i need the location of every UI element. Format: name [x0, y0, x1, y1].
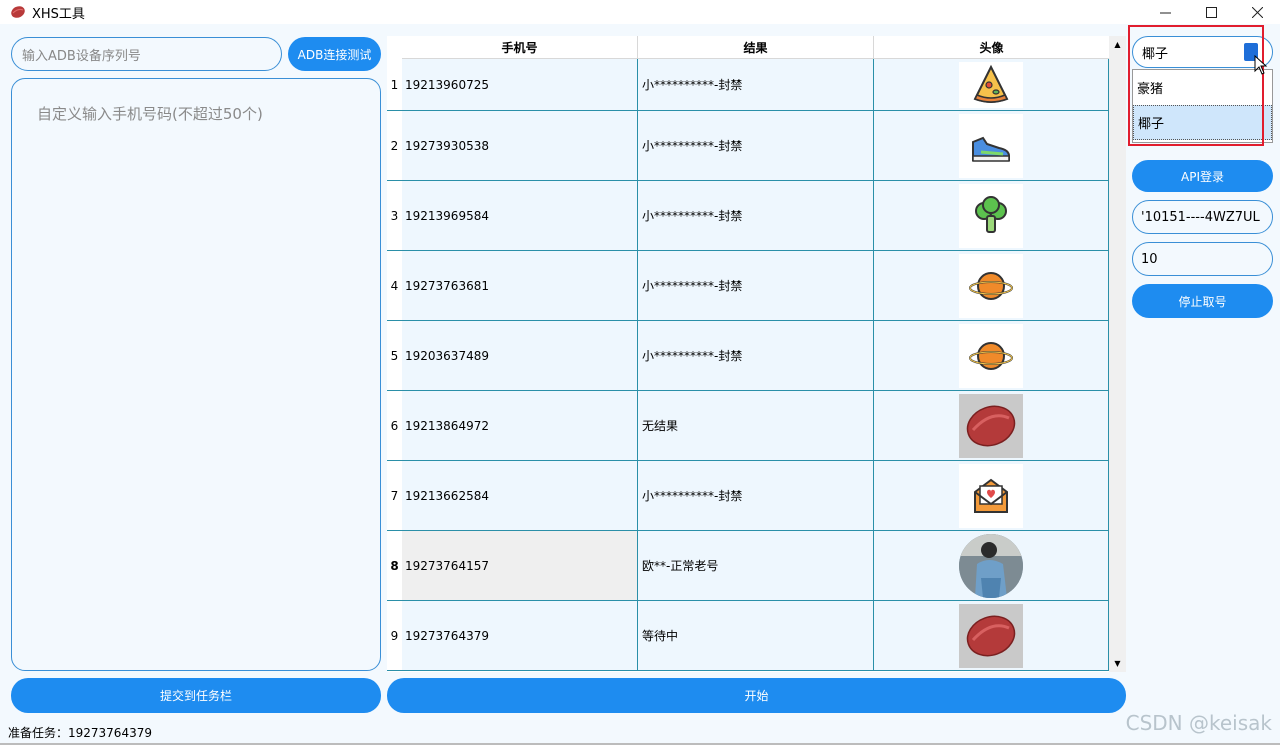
minimize-button[interactable]: [1142, 0, 1188, 24]
phone-cell[interactable]: 19213662584: [402, 461, 638, 530]
submit-to-task-button[interactable]: 提交到任务栏: [11, 678, 381, 713]
planet-icon: [969, 271, 1013, 300]
sneaker-icon: [972, 136, 1010, 162]
love-letter-icon: [974, 478, 1008, 513]
avatar: [959, 603, 1023, 668]
user-photo: [959, 533, 1023, 598]
api-login-button[interactable]: API登录: [1132, 160, 1273, 192]
table-header: 手机号 结果 头像: [387, 36, 1109, 59]
window-title: XHS工具: [32, 6, 85, 22]
row-number: 5: [387, 321, 402, 390]
result-cell[interactable]: 小**********-封禁: [638, 111, 874, 180]
phone-cell[interactable]: 19273930538: [402, 111, 638, 180]
title-bar: XHS工具: [0, 0, 1280, 24]
header-phone[interactable]: 手机号: [402, 36, 638, 59]
table-row[interactable]: 1 19213960725 小**********-封禁: [387, 59, 1109, 111]
result-cell[interactable]: 无结果: [638, 391, 874, 460]
avatar-cell[interactable]: [874, 461, 1109, 530]
table-body: 1 19213960725 小**********-封禁 2 192739305…: [387, 59, 1109, 671]
table-row[interactable]: 3 19213969584 小**********-封禁: [387, 181, 1109, 251]
table-row[interactable]: 8 19273764157 欧**-正常老号: [387, 531, 1109, 601]
stop-fetch-button[interactable]: 停止取号: [1132, 284, 1273, 318]
avatar-cell[interactable]: [874, 321, 1109, 390]
maximize-icon: [1205, 6, 1217, 18]
app-logo-icon: [11, 6, 25, 18]
result-cell[interactable]: 小**********-封禁: [638, 461, 874, 530]
header-avatar[interactable]: 头像: [874, 36, 1109, 59]
row-number: 6: [387, 391, 402, 460]
results-table: 手机号 结果 头像 1 19213960725 小**********-封禁 2…: [387, 36, 1126, 672]
status-text: 准备任务：19273764379: [8, 726, 152, 740]
row-number: 7: [387, 461, 402, 530]
close-icon: [1251, 6, 1263, 18]
start-button[interactable]: 开始: [387, 678, 1126, 713]
avatar: [959, 463, 1023, 528]
phone-cell[interactable]: 19213960725: [402, 59, 638, 110]
avatar-cell[interactable]: [874, 111, 1109, 180]
scroll-down-icon[interactable]: ▼: [1109, 655, 1126, 672]
result-cell[interactable]: 小**********-封禁: [638, 181, 874, 250]
result-cell[interactable]: 等待中: [638, 601, 874, 670]
result-cell[interactable]: 小**********-封禁: [638, 251, 874, 320]
phone-numbers-textarea[interactable]: 自定义输入手机号码(不超过50个): [11, 78, 381, 671]
avatar-cell[interactable]: [874, 181, 1109, 250]
table-row[interactable]: 5 19203637489 小**********-封禁: [387, 321, 1109, 391]
avatar-cell[interactable]: [874, 601, 1109, 670]
phone-cell[interactable]: 19213864972: [402, 391, 638, 460]
adb-serial-input[interactable]: 输入ADB设备序列号: [11, 37, 282, 71]
watermark-text: CSDN @keisak: [1125, 711, 1272, 735]
token-input[interactable]: '10151----4WZ7UL: [1132, 200, 1273, 234]
avatar: [959, 533, 1023, 598]
table-scrollbar[interactable]: ▲ ▼: [1109, 36, 1126, 672]
phone-cell[interactable]: 19273763681: [402, 251, 638, 320]
maximize-button[interactable]: [1188, 0, 1234, 24]
count-input[interactable]: 10: [1132, 242, 1273, 276]
annotation-highlight-box: [1128, 25, 1264, 146]
avatar: [959, 183, 1023, 248]
adb-test-button[interactable]: ADB连接测试: [288, 37, 381, 71]
row-number: 9: [387, 601, 402, 670]
header-corner: [387, 36, 402, 59]
close-button[interactable]: [1234, 0, 1280, 24]
header-result[interactable]: 结果: [638, 36, 874, 59]
scroll-up-icon[interactable]: ▲: [1109, 36, 1126, 53]
phone-cell[interactable]: 19273764379: [402, 601, 638, 670]
table-row[interactable]: 6 19213864972 无结果: [387, 391, 1109, 461]
avatar: [959, 253, 1023, 318]
avatar: [959, 61, 1023, 108]
table-row[interactable]: 2 19273930538 小**********-封禁: [387, 111, 1109, 181]
result-cell[interactable]: 欧**-正常老号: [638, 531, 874, 600]
red-bean-logo: [966, 615, 1016, 656]
avatar: [959, 113, 1023, 178]
broccoli-icon: [975, 195, 1007, 233]
red-bean-logo: [966, 405, 1016, 446]
avatar-cell[interactable]: [874, 531, 1109, 600]
planet-icon: [969, 341, 1013, 370]
window-controls: [1142, 0, 1280, 24]
result-cell[interactable]: 小**********-封禁: [638, 59, 874, 110]
mouse-cursor-icon: [1254, 55, 1268, 75]
avatar: [959, 393, 1023, 458]
minimize-icon: [1159, 12, 1171, 13]
avatar-cell[interactable]: [874, 59, 1109, 110]
row-number: 8: [387, 531, 402, 600]
phone-cell[interactable]: 19273764157: [402, 531, 638, 600]
avatar-cell[interactable]: [874, 391, 1109, 460]
avatar: [959, 323, 1023, 388]
table-row[interactable]: 4 19273763681 小**********-封禁: [387, 251, 1109, 321]
table-row[interactable]: 7 19213662584 小**********-封禁: [387, 461, 1109, 531]
table-row[interactable]: 9 19273764379 等待中: [387, 601, 1109, 671]
avatar-cell[interactable]: [874, 251, 1109, 320]
row-number: 4: [387, 251, 402, 320]
main-client-area: 输入ADB设备序列号 ADB连接测试 自定义输入手机号码(不超过50个) 提交到…: [0, 24, 1280, 745]
row-number: 3: [387, 181, 402, 250]
phone-cell[interactable]: 19203637489: [402, 321, 638, 390]
pizza-icon: [973, 64, 1009, 103]
row-number: 2: [387, 111, 402, 180]
phone-cell[interactable]: 19213969584: [402, 181, 638, 250]
row-number: 1: [387, 59, 402, 110]
result-cell[interactable]: 小**********-封禁: [638, 321, 874, 390]
